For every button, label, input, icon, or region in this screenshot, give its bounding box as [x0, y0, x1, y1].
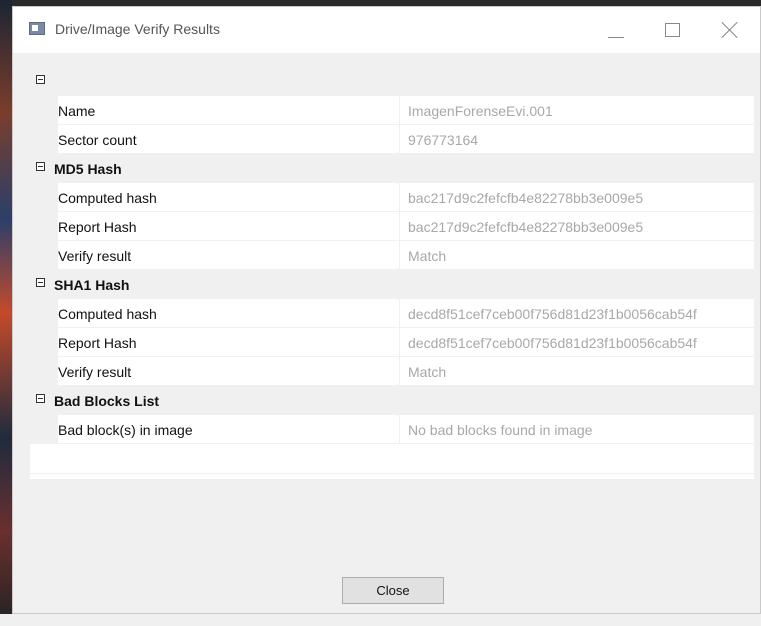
property-value[interactable]: No bad blocks found in image — [400, 415, 754, 444]
collapse-toggle-icon[interactable] — [36, 394, 45, 403]
property-row[interactable]: Verify result Match — [30, 241, 754, 270]
property-name: Computed hash — [58, 299, 400, 328]
property-row[interactable]: Bad block(s) in image No bad blocks foun… — [30, 415, 754, 444]
property-value[interactable]: bac217d9c2fefcfb4e82278bb3e009e5 — [400, 183, 754, 212]
property-row[interactable]: Report Hash decd8f51cef7ceb00f756d81d23f… — [30, 328, 754, 357]
desktop-background-left — [0, 0, 12, 626]
property-value[interactable]: ImagenForenseEvi.001 — [400, 96, 754, 125]
desktop-background-bottom — [0, 614, 761, 626]
category-label: MD5 Hash — [54, 161, 122, 177]
property-value[interactable]: 976773164 — [400, 125, 754, 154]
maximize-icon — [665, 23, 680, 37]
collapse-toggle-icon[interactable] — [36, 162, 45, 171]
property-row[interactable]: Computed hash decd8f51cef7ceb00f756d81d2… — [30, 299, 754, 328]
verify-results-dialog: Drive/Image Verify Results Name ImagenFo… — [12, 6, 761, 614]
window-title: Drive/Image Verify Results — [55, 21, 220, 37]
close-window-button[interactable] — [707, 11, 753, 49]
close-button[interactable]: Close — [342, 577, 444, 604]
category-label: Bad Blocks List — [54, 393, 160, 409]
title-bar[interactable]: Drive/Image Verify Results — [13, 7, 760, 53]
minimize-button[interactable] — [593, 11, 639, 49]
property-name: Verify result — [58, 241, 400, 270]
property-name: Bad block(s) in image — [58, 415, 400, 444]
category-general[interactable] — [30, 67, 754, 96]
property-row[interactable]: Verify result Match — [30, 357, 754, 386]
collapse-toggle-icon[interactable] — [36, 278, 45, 287]
property-value[interactable]: Match — [400, 241, 754, 270]
category-label: SHA1 Hash — [54, 277, 130, 293]
property-value[interactable]: decd8f51cef7ceb00f756d81d23f1b0056cab54f — [400, 328, 754, 357]
property-name: Name — [58, 96, 400, 125]
property-row[interactable]: Computed hash bac217d9c2fefcfb4e82278bb3… — [30, 183, 754, 212]
property-row[interactable]: Report Hash bac217d9c2fefcfb4e82278bb3e0… — [30, 212, 754, 241]
collapse-toggle-icon[interactable] — [36, 75, 45, 84]
minimize-icon — [608, 37, 624, 38]
category-sha1-hash[interactable]: SHA1 Hash — [30, 270, 754, 299]
property-name: Computed hash — [58, 183, 400, 212]
property-value[interactable]: Match — [400, 357, 754, 386]
property-name: Verify result — [58, 357, 400, 386]
close-icon — [721, 21, 739, 39]
property-row[interactable]: Sector count 976773164 — [30, 125, 754, 154]
property-name: Report Hash — [58, 328, 400, 357]
category-bad-blocks-list[interactable]: Bad Blocks List — [30, 386, 754, 415]
app-icon — [29, 22, 45, 35]
empty-grid-row — [30, 444, 754, 474]
property-name: Report Hash — [58, 212, 400, 241]
property-name: Sector count — [58, 125, 400, 154]
property-value[interactable]: bac217d9c2fefcfb4e82278bb3e009e5 — [400, 212, 754, 241]
property-value[interactable]: decd8f51cef7ceb00f756d81d23f1b0056cab54f — [400, 299, 754, 328]
category-md5-hash[interactable]: MD5 Hash — [30, 154, 754, 183]
maximize-button[interactable] — [650, 11, 696, 49]
property-grid[interactable]: Name ImagenForenseEvi.001 Sector count 9… — [30, 67, 754, 479]
property-row[interactable]: Name ImagenForenseEvi.001 — [30, 96, 754, 125]
